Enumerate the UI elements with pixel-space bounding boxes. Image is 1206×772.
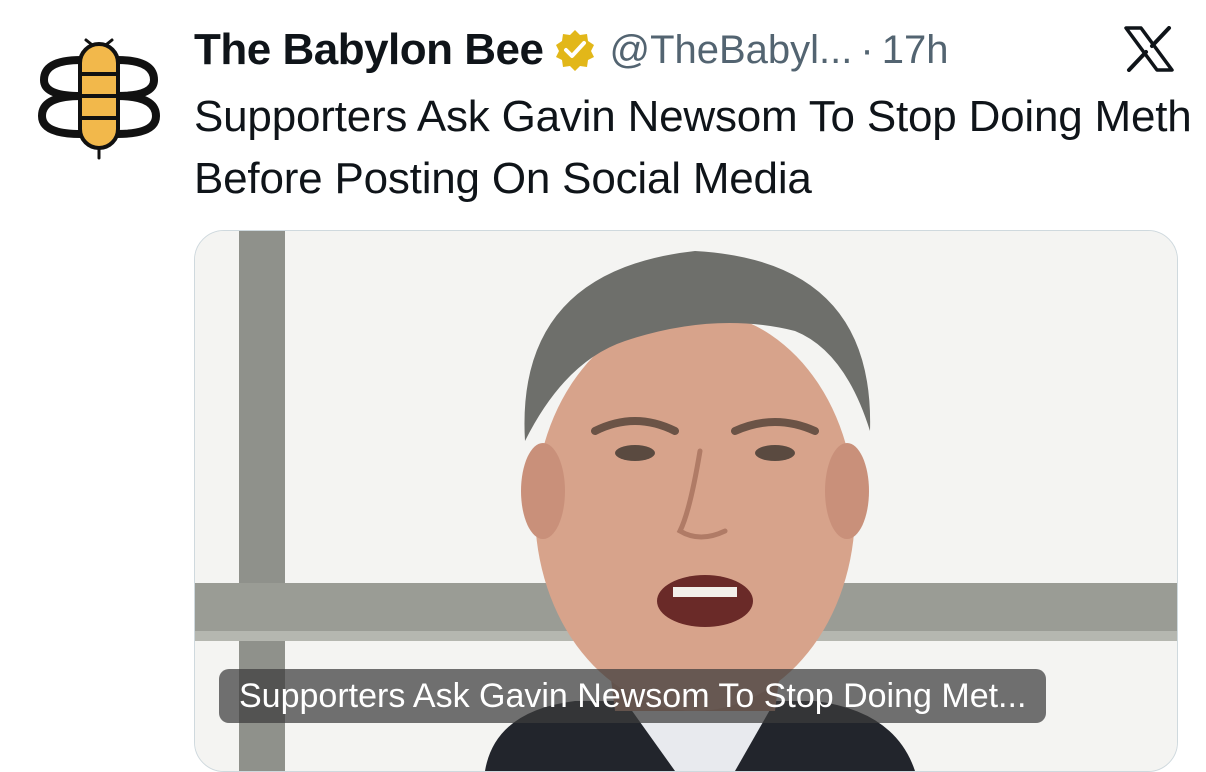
link-card[interactable]: Supporters Ask Gavin Newsom To Stop Doin… [194,230,1178,772]
card-caption[interactable]: Supporters Ask Gavin Newsom To Stop Doin… [219,669,1047,723]
avatar[interactable] [36,30,162,160]
display-name[interactable]: The Babylon Bee [194,25,544,75]
tweet[interactable]: The Babylon Bee @TheBabyl... · 17h Suppo… [0,0,1206,772]
separator-dot: · [860,27,874,72]
timestamp[interactable]: 17h [882,28,949,73]
tweet-text: Supporters Ask Gavin Newsom To Stop Doin… [194,92,1192,203]
tweet-header: The Babylon Bee @TheBabyl... · 17h [194,22,948,78]
verified-badge-icon[interactable] [553,28,597,72]
bee-logo-icon [38,38,160,160]
x-logo-icon[interactable] [1124,26,1174,72]
user-handle[interactable]: @TheBabyl... [609,28,852,73]
